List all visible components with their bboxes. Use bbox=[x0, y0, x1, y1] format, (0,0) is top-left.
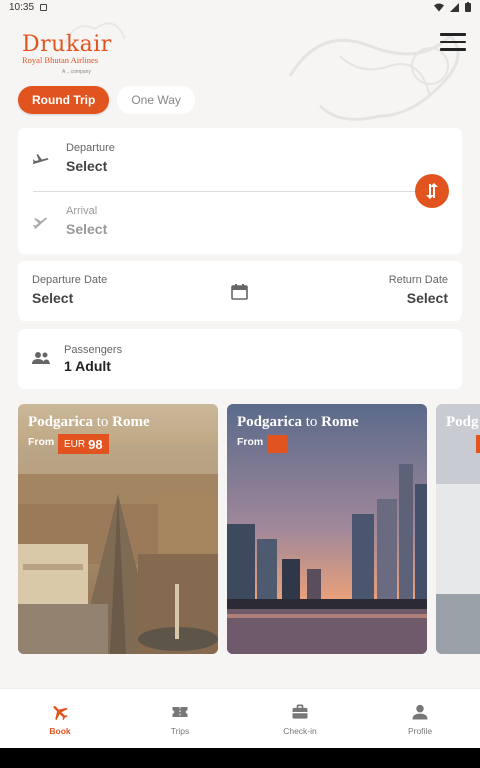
destinations-carousel[interactable]: Podgarica to Rome From EUR 98 Podgarica … bbox=[18, 404, 480, 654]
passengers-value: 1 Adult bbox=[64, 358, 111, 374]
destination-title: Podgarica to Rome bbox=[237, 414, 359, 430]
one-way-tab[interactable]: One Way bbox=[117, 86, 195, 114]
return-date-label: Return Date bbox=[388, 274, 448, 286]
price-badge bbox=[476, 435, 480, 453]
briefcase-icon bbox=[292, 704, 308, 719]
passengers-card[interactable]: Passengers 1 Adult bbox=[18, 329, 462, 389]
person-icon bbox=[412, 704, 428, 719]
route-card: Departure Select Arrival Select bbox=[18, 128, 462, 254]
return-date-select[interactable]: Select bbox=[407, 290, 448, 306]
airport-photo bbox=[436, 404, 480, 654]
nav-trips[interactable]: Trips bbox=[120, 689, 240, 748]
from-label: From bbox=[28, 436, 55, 448]
destination-card[interactable]: Podgarica to Rome From EUR 98 bbox=[18, 404, 218, 654]
departure-label: Departure bbox=[66, 142, 115, 154]
nav-profile[interactable]: Profile bbox=[360, 689, 480, 748]
destination-title: Podg bbox=[446, 414, 479, 430]
nav-checkin[interactable]: Check-in bbox=[240, 689, 360, 748]
dates-card: Departure Date Select Return Date Select bbox=[18, 261, 462, 321]
plane-icon bbox=[53, 705, 68, 720]
swap-arrows-icon bbox=[426, 183, 438, 199]
trip-type-toggle: Round Trip One Way bbox=[18, 86, 195, 114]
menu-icon[interactable] bbox=[440, 33, 466, 53]
nav-profile-label: Profile bbox=[407, 725, 433, 736]
wifi-icon bbox=[434, 3, 444, 11]
system-navigation-bar bbox=[0, 748, 480, 768]
price-currency: EUR bbox=[64, 438, 86, 450]
departure-date-select[interactable]: Select bbox=[32, 290, 73, 306]
status-bar: 10:35 bbox=[0, 0, 480, 14]
status-time: 10:35 bbox=[9, 1, 35, 13]
price-badge bbox=[267, 435, 287, 453]
nav-trips-label: Trips bbox=[170, 725, 190, 736]
destination-card[interactable]: Podgarica to Rome From bbox=[227, 404, 427, 654]
arrival-label: Arrival bbox=[66, 205, 98, 217]
price-amount: 98 bbox=[88, 436, 103, 452]
ticket-icon bbox=[172, 706, 188, 717]
battery-icon bbox=[465, 2, 471, 12]
arrival-select[interactable]: Select bbox=[66, 221, 107, 237]
from-label: From bbox=[237, 436, 264, 448]
drukair-logo: Drukair Royal Bhutan Airlines A .. compa… bbox=[22, 32, 112, 75]
notification-icon bbox=[40, 3, 48, 11]
brand-name: Drukair bbox=[22, 32, 112, 57]
passengers-icon bbox=[32, 352, 50, 364]
signal-icon bbox=[450, 2, 459, 12]
nav-checkin-label: Check-in bbox=[283, 725, 317, 736]
price-badge: EUR 98 bbox=[58, 434, 109, 454]
departure-date-label: Departure Date bbox=[32, 274, 108, 286]
nav-book-label: Book bbox=[49, 725, 71, 736]
swap-button[interactable] bbox=[415, 174, 449, 208]
destination-title: Podgarica to Rome bbox=[28, 414, 150, 430]
destination-card[interactable]: Podg bbox=[436, 404, 480, 654]
round-trip-tab[interactable]: Round Trip bbox=[18, 86, 110, 114]
nav-book[interactable]: Book bbox=[0, 689, 120, 748]
passengers-label: Passengers bbox=[64, 344, 123, 356]
bottom-nav: Book Trips Check-in Profile bbox=[0, 688, 480, 748]
departure-plane-icon bbox=[32, 154, 49, 164]
departure-select[interactable]: Select bbox=[66, 158, 107, 174]
route-divider bbox=[33, 191, 433, 192]
brand-tagline: A .. company bbox=[62, 69, 91, 75]
calendar-icon[interactable] bbox=[231, 283, 248, 300]
arrival-plane-icon bbox=[32, 217, 48, 230]
